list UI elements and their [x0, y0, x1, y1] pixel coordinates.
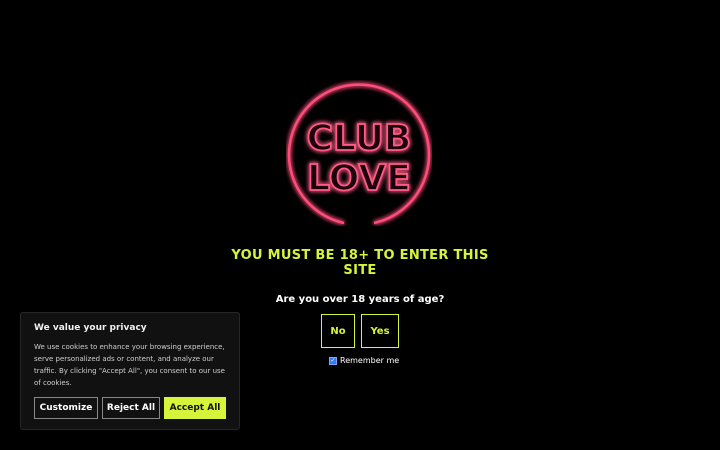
customize-button[interactable]: Customize	[34, 397, 98, 419]
neon-logo-graphic: CLUB LOVE	[287, 83, 431, 225]
club-love-logo: CLUB LOVE	[286, 80, 432, 226]
cookie-title: We value your privacy	[34, 323, 147, 333]
remember-label: Remember me	[340, 356, 400, 365]
logo-line-1: CLUB	[307, 118, 412, 159]
cookie-text: We use cookies to enhance your browsing …	[34, 343, 225, 387]
remember-checkbox[interactable]: ✓	[329, 356, 337, 365]
reject-all-button[interactable]: Reject All	[102, 397, 160, 419]
cookie-banner: We value your privacy We use cookies to …	[20, 312, 240, 430]
accept-all-button[interactable]: Accept All	[164, 397, 226, 419]
remember-me[interactable]: ✓ Remember me	[329, 356, 399, 365]
cookie-actions: Customize Reject All Accept All	[34, 397, 226, 419]
yes-button[interactable]: Yes	[361, 314, 399, 348]
age-gate-headline: YOU MUST BE 18+ TO ENTER THIS SITE	[231, 248, 489, 278]
no-button[interactable]: No	[321, 314, 355, 348]
logo-line-2: LOVE	[307, 158, 411, 199]
age-question: Are you over 18 years of age?	[275, 294, 445, 305]
